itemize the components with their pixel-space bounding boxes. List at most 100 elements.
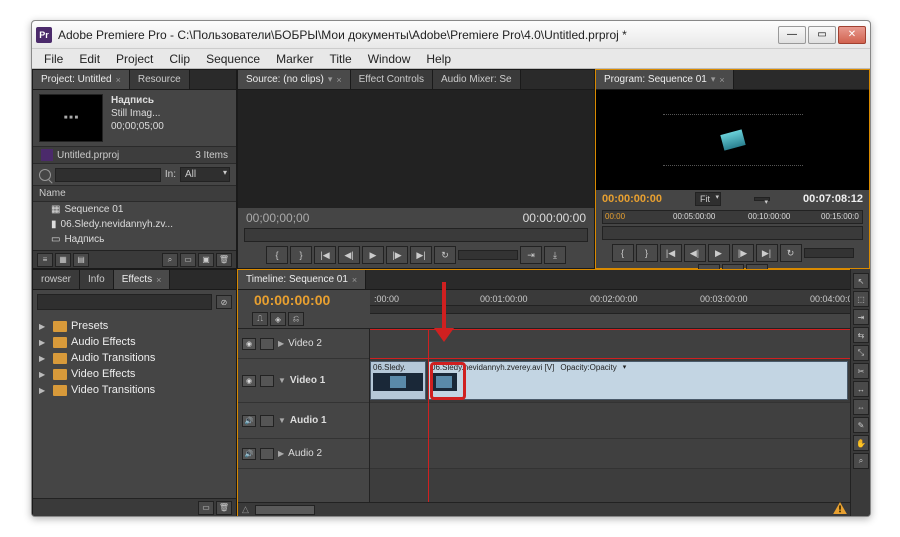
tab-resource[interactable]: Resource [130, 70, 190, 89]
marker-button[interactable]: ◈ [270, 312, 286, 326]
list-view-button[interactable]: ≡ [37, 253, 53, 267]
track-header-video1[interactable]: ◉▼Video 1 [238, 359, 369, 403]
toggle-track-lock-icon[interactable] [260, 375, 274, 387]
fx-node-audio-effects[interactable]: ▶Audio Effects [35, 334, 234, 350]
insert-button[interactable]: ⇥ [520, 246, 542, 264]
set-in-button[interactable]: { [266, 246, 288, 264]
set-out-button[interactable]: } [290, 246, 312, 264]
set-in-button[interactable]: { [612, 244, 634, 262]
menu-window[interactable]: Window [360, 50, 419, 68]
toggle-track-output-icon[interactable]: ◉ [242, 375, 256, 387]
pen-tool[interactable]: ✎ [853, 417, 869, 433]
timeline-timecode[interactable]: 00:00:00:00 [238, 290, 370, 310]
rate-stretch-tool[interactable]: ⤡ [853, 345, 869, 361]
fx-node-presets[interactable]: ▶Presets [35, 318, 234, 334]
tab-timeline[interactable]: Timeline: Sequence 01× [238, 270, 366, 289]
zoom-tool[interactable]: ⌕ [853, 453, 869, 469]
source-viewer[interactable] [238, 90, 594, 208]
loop-button[interactable]: ↻ [780, 244, 802, 262]
trash-button[interactable]: 🗑 [216, 253, 232, 267]
step-back-button[interactable]: ◀| [684, 244, 706, 262]
close-button[interactable]: ✕ [838, 26, 866, 44]
warning-icon[interactable] [833, 502, 847, 514]
selection-tool[interactable]: ↖ [853, 273, 869, 289]
goto-in-button[interactable]: |◀ [660, 244, 682, 262]
search-icon[interactable] [39, 169, 51, 181]
list-item[interactable]: ▦Sequence 01 [33, 202, 236, 217]
zoom-level-dropdown[interactable] [754, 197, 770, 201]
program-ruler[interactable]: 00:00 00:05:00:00 00:10:00:00 00:15:00:0 [602, 210, 863, 224]
effects-search-input[interactable] [37, 294, 212, 310]
automate-button[interactable]: ▤ [73, 253, 89, 267]
zoom-scroll-thumb[interactable] [255, 505, 315, 515]
collapse-arrow-icon[interactable]: ▼ [278, 376, 286, 385]
tab-effect-controls[interactable]: Effect Controls [351, 70, 433, 89]
minimize-button[interactable]: — [778, 26, 806, 44]
lane-video2[interactable] [370, 329, 851, 359]
project-column-name[interactable]: Name [33, 186, 236, 202]
track-header-video2[interactable]: ◉▶Video 2 [238, 329, 369, 359]
toggle-track-lock-icon[interactable] [260, 338, 274, 350]
list-item[interactable]: ▮06.Sledy.nevidannyh.zv... [33, 217, 236, 232]
fx-node-video-effects[interactable]: ▶Video Effects [35, 366, 234, 382]
dropdown-arrow-icon[interactable]: ▾ [328, 74, 333, 85]
work-area-bar[interactable] [370, 305, 851, 313]
ripple-edit-tool[interactable]: ⇥ [853, 309, 869, 325]
tab-close-icon[interactable]: × [156, 275, 161, 285]
lane-audio2[interactable] [370, 439, 851, 469]
menu-marker[interactable]: Marker [268, 50, 321, 68]
source-time-track[interactable] [244, 228, 588, 242]
trash-button[interactable]: 🗑 [216, 501, 232, 515]
menu-help[interactable]: Help [418, 50, 459, 68]
rubber-band-dropdown-icon[interactable]: ▾ [623, 363, 627, 372]
step-back-button[interactable]: ◀| [338, 246, 360, 264]
toggle-track-lock-icon[interactable] [260, 448, 274, 460]
toggle-track-output-icon[interactable]: 🔊 [242, 448, 256, 460]
maximize-button[interactable]: ▭ [808, 26, 836, 44]
tab-info[interactable]: Info [80, 270, 114, 289]
step-fwd-button[interactable]: |▶ [732, 244, 754, 262]
program-time-track[interactable] [602, 226, 863, 240]
track-header-audio2[interactable]: 🔊▶Audio 2 [238, 439, 369, 469]
menu-project[interactable]: Project [108, 50, 161, 68]
track-area[interactable]: 06.Sledy. 06.Sledy.nevidannyh.zverey.avi… [370, 329, 851, 506]
fx-node-audio-transitions[interactable]: ▶Audio Transitions [35, 350, 234, 366]
menu-edit[interactable]: Edit [71, 50, 108, 68]
toggle-track-output-icon[interactable]: 🔊 [242, 415, 256, 427]
dropdown-arrow-icon[interactable]: ▾ [711, 74, 716, 85]
tab-close-icon[interactable]: × [336, 75, 341, 85]
fx-node-video-transitions[interactable]: ▶Video Transitions [35, 382, 234, 398]
slip-tool[interactable]: ↔ [853, 381, 869, 397]
timeline-clip[interactable]: 06.Sledy.nevidannyh.zverey.avi [V]Opacit… [428, 361, 848, 400]
menu-clip[interactable]: Clip [161, 50, 198, 68]
play-button[interactable]: ▶ [708, 244, 730, 262]
tab-browser[interactable]: rowser [33, 270, 80, 289]
menu-sequence[interactable]: Sequence [198, 50, 268, 68]
tab-program[interactable]: Program: Sequence 01 ▾× [596, 70, 734, 89]
timeline-ruler[interactable]: :00:00 00:01:00:00 00:02:00:00 00:03:00:… [370, 290, 851, 314]
shuttle-slider[interactable] [804, 248, 854, 258]
loop-button[interactable]: ↻ [434, 246, 456, 264]
new-bin-button[interactable]: ▭ [180, 253, 196, 267]
tab-close-icon[interactable]: × [116, 75, 121, 85]
clear-search-button[interactable]: ⊘ [216, 295, 232, 309]
toggle-track-lock-icon[interactable] [260, 415, 274, 427]
sync-lock-button[interactable]: ⎌ [288, 312, 304, 326]
snap-button[interactable]: ⎍ [252, 312, 268, 326]
track-select-tool[interactable]: ⬚ [853, 291, 869, 307]
track-header-audio1[interactable]: 🔊▼Audio 1 [238, 403, 369, 439]
menu-title[interactable]: Title [321, 50, 359, 68]
rolling-edit-tool[interactable]: ⇆ [853, 327, 869, 343]
collapse-arrow-icon[interactable]: ▶ [278, 449, 284, 458]
titlebar[interactable]: Pr Adobe Premiere Pro - C:\Пользователи\… [32, 21, 870, 49]
icon-view-button[interactable]: ▦ [55, 253, 71, 267]
step-fwd-button[interactable]: |▶ [386, 246, 408, 264]
find-button[interactable]: ⌕ [162, 253, 178, 267]
new-item-button[interactable]: ▣ [198, 253, 214, 267]
new-bin-button[interactable]: ▭ [198, 501, 214, 515]
set-out-button[interactable]: } [636, 244, 658, 262]
zoom-fit-dropdown[interactable]: Fit [695, 192, 721, 206]
collapse-arrow-icon[interactable]: ▼ [278, 416, 286, 425]
toggle-track-output-icon[interactable]: ◉ [242, 338, 256, 350]
timeline-clip[interactable]: 06.Sledy. [370, 361, 426, 400]
